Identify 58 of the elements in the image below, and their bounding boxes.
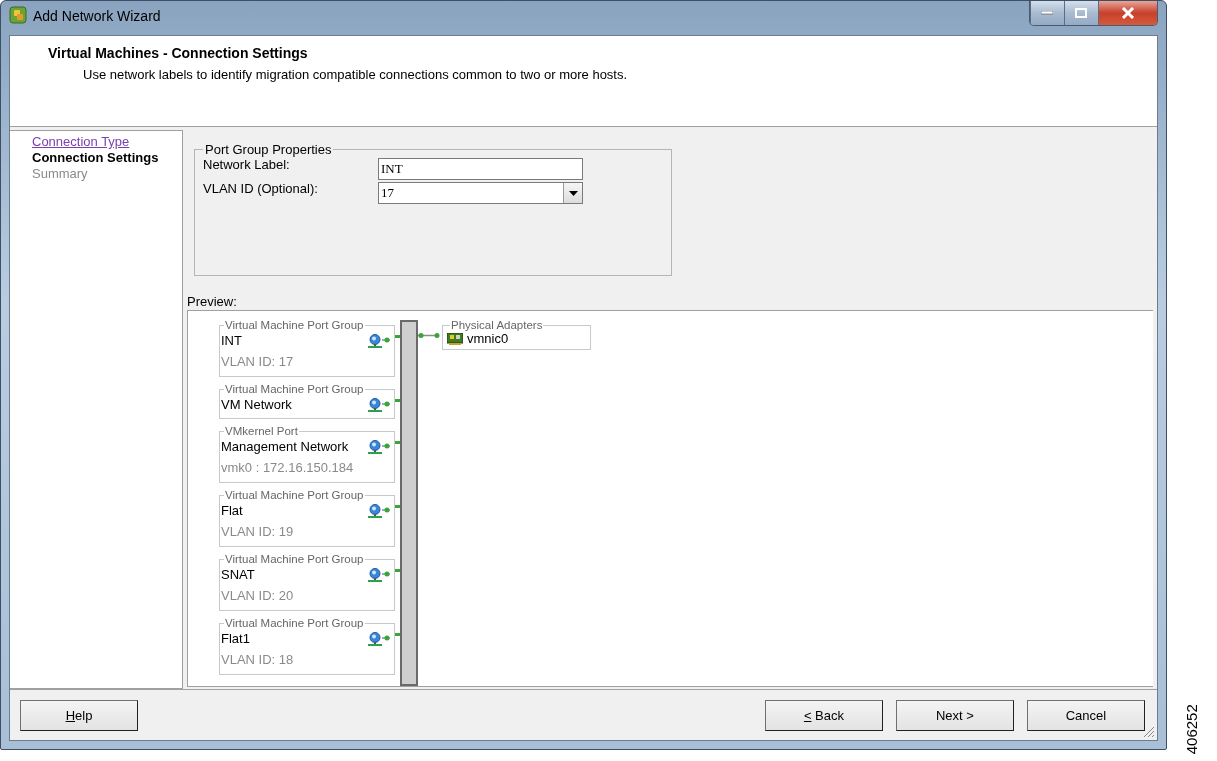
wizard-button[interactable]: Cancel: [1026, 699, 1145, 731]
wizard-button[interactable]: Next >: [895, 699, 1014, 731]
connector-line: [395, 633, 400, 636]
figure-number: 406252: [1183, 703, 1201, 754]
page-description: Use network labels to identify migration compatible connections common to two or more hosts.: [83, 67, 629, 82]
network-port-icon: [368, 398, 390, 412]
network-port-icon: [368, 568, 390, 582]
network-port-icon: [368, 504, 390, 518]
wizard-step[interactable]: Connection Type: [32, 134, 130, 150]
port-group-name: SNAT: [221, 566, 255, 584]
port-group-detail: VLAN ID: 18: [221, 651, 294, 669]
vlan-id-combo[interactable]: 17: [378, 182, 583, 204]
group-title: Port Group Properties: [204, 142, 333, 157]
port-group-type: Virtual Machine Port Group: [224, 320, 365, 331]
port-group-name: VM Network: [221, 396, 292, 414]
maximize-button[interactable]: [1063, 1, 1098, 25]
network-port-icon: [368, 632, 390, 646]
window-title: Add Network Wizard: [33, 8, 161, 24]
preview-label: Preview:: [187, 294, 238, 309]
close-button[interactable]: [1097, 1, 1157, 25]
wizard-button[interactable]: < Back: [764, 699, 883, 731]
port-group-detail: VLAN ID: 17: [221, 353, 294, 371]
wizard-step: Summary: [32, 166, 88, 182]
adapters-title: Physical Adapters: [450, 320, 544, 331]
connector-line: [395, 335, 400, 338]
port-group-name: INT: [221, 332, 242, 350]
adapter-name: vmnic0: [467, 331, 509, 346]
port-group-type: VMkernel Port: [224, 426, 299, 437]
network-card-icon: [447, 332, 463, 345]
port-group-type: Virtual Machine Port Group: [224, 618, 365, 629]
resize-grip-icon: [1142, 726, 1155, 738]
port-group-type: Virtual Machine Port Group: [224, 490, 365, 501]
port-group-detail: vmk0 : 172.16.150.184: [221, 459, 354, 477]
maximize-icon: [1075, 8, 1088, 18]
connector-line: [395, 441, 400, 444]
minimize-button[interactable]: [1029, 1, 1064, 25]
port-group-name: Flat1: [221, 630, 250, 648]
field-label: VLAN ID (Optional):: [203, 181, 319, 196]
network-port-icon: [368, 440, 390, 454]
network-port-icon: [368, 334, 390, 348]
port-group-type: Virtual Machine Port Group: [224, 554, 365, 565]
connector-line: [395, 399, 400, 402]
port-group-name: Flat: [221, 502, 243, 520]
app-logo-icon: [9, 6, 27, 24]
minimize-icon: [1041, 11, 1054, 15]
port-group-name: Management Network: [221, 438, 349, 456]
uplink-connector: [418, 333, 440, 338]
wizard-step: Connection Settings: [32, 150, 159, 166]
page-title: Virtual Machines - Connection Settings: [48, 45, 309, 61]
connector-line: [395, 505, 400, 508]
close-icon: [1120, 7, 1135, 19]
port-group-detail: VLAN ID: 19: [221, 523, 294, 541]
connector-line: [395, 569, 400, 572]
field-label: Network Label:: [203, 157, 291, 172]
port-group-type: Virtual Machine Port Group: [224, 384, 365, 395]
input-field[interactable]: INT: [378, 158, 583, 180]
port-group-detail: VLAN ID: 20: [221, 587, 294, 605]
wizard-button[interactable]: Help: [20, 699, 138, 731]
